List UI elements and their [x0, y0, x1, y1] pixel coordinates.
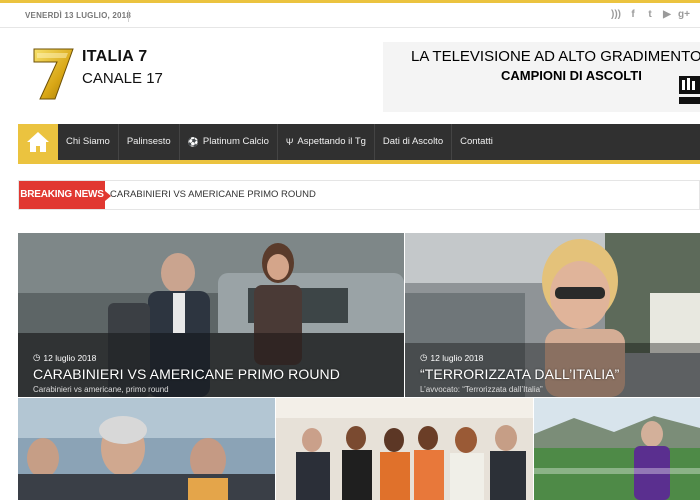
home-button[interactable] — [18, 124, 58, 160]
article-caption: L’avvocato: “Terrorizzata dall’Italia” — [420, 385, 543, 394]
nav-items: Chi Siamo Palinsesto ⚽ Platinum Calcio ΨA… — [58, 124, 501, 160]
nav-item-label: Dati di Ascolto — [382, 136, 444, 147]
article-caption: Carabinieri vs americane, primo round — [33, 385, 169, 394]
social-links: ))) f t ▶ g+ — [610, 8, 690, 22]
site-subtitle: CANALE 17 — [82, 70, 163, 87]
divider — [128, 10, 129, 22]
thumbnail-image — [18, 398, 275, 500]
clock-icon: ◷ — [33, 352, 41, 362]
article-date-text: 12 luglio 2018 — [43, 352, 97, 363]
nav-item-label: Platinum Calcio — [202, 136, 269, 147]
facebook-icon[interactable]: f — [627, 8, 639, 22]
banner-subline: CAMPIONI DI ASCOLTI — [501, 68, 642, 83]
rss-icon[interactable]: ))) — [610, 8, 622, 22]
home-icon — [27, 132, 49, 152]
article-date: ◷ 12 luglio 2018 — [33, 352, 96, 363]
nav-item-label: Aspettando il Tg — [297, 136, 366, 147]
site-title[interactable]: ITALIA 7 — [82, 48, 148, 66]
main-nav: Chi Siamo Palinsesto ⚽ Platinum Calcio ΨA… — [18, 124, 700, 164]
auditel-logo — [679, 76, 700, 104]
italia7-logo[interactable] — [30, 44, 75, 100]
article-date: ◷ 12 luglio 2018 — [420, 352, 483, 363]
article-thumbnail[interactable] — [18, 398, 275, 500]
featured-article[interactable]: ◷ 12 luglio 2018 CARABINIERI VS AMERICANE… — [18, 233, 404, 397]
thumbnail-image — [276, 398, 533, 500]
top-bar: VENERDÌ 13 LUGLIO, 2018 ))) f t ▶ g+ — [0, 0, 700, 28]
site-header: ITALIA 7 CANALE 17 LA TELEVISIONE AD ALT… — [0, 28, 700, 124]
breaking-news-headline[interactable]: CARABINIERI VS AMERICANE PRIMO ROUND — [110, 189, 316, 200]
nav-item-chi-siamo[interactable]: Chi Siamo — [58, 124, 119, 160]
breaking-news-bar: BREAKING NEWS CARABINIERI VS AMERICANE P… — [18, 180, 700, 210]
clock-icon: ◷ — [420, 352, 428, 362]
article-thumbnail[interactable] — [276, 398, 533, 500]
nav-item-label: Palinsesto — [126, 136, 171, 147]
nav-item-aspettando-il-tg[interactable]: Ψ Aspettando il Tg — [278, 124, 375, 160]
article-date-text: 12 luglio 2018 — [430, 352, 484, 363]
nav-item-contatti[interactable]: Contatti — [452, 124, 501, 160]
article-title[interactable]: CARABINIERI VS AMERICANE PRIMO ROUND — [33, 366, 340, 382]
article-title[interactable]: “TERRORIZZATA DALL’ITALIA” — [420, 366, 619, 382]
thumbnail-image — [534, 398, 700, 500]
featured-article[interactable]: ◷ 12 luglio 2018 “TERRORIZZATA DALL’ITALI… — [405, 233, 700, 397]
breaking-news-label: BREAKING NEWS — [19, 181, 111, 209]
twitter-icon[interactable]: t — [644, 8, 656, 22]
current-date: VENERDÌ 13 LUGLIO, 2018 — [25, 11, 131, 20]
nav-item-label: Contatti — [460, 136, 493, 147]
soccer-ball-icon: ⚽ — [187, 137, 199, 147]
nav-item-label: Chi Siamo — [66, 136, 110, 147]
fork-knife-icon: Ψ — [285, 137, 294, 147]
youtube-icon[interactable]: ▶ — [661, 8, 673, 22]
googleplus-icon[interactable]: g+ — [678, 8, 690, 22]
nav-item-dati-di-ascolto[interactable]: Dati di Ascolto — [375, 124, 453, 160]
banner-headline: LA TELEVISIONE AD ALTO GRADIMENTO — [411, 48, 700, 65]
article-thumbnail[interactable] — [534, 398, 700, 500]
nav-item-palinsesto[interactable]: Palinsesto — [119, 124, 180, 160]
nav-item-platinum-calcio[interactable]: ⚽ Platinum Calcio — [180, 124, 278, 160]
ad-banner[interactable]: LA TELEVISIONE AD ALTO GRADIMENTO CAMPIO… — [383, 42, 700, 112]
